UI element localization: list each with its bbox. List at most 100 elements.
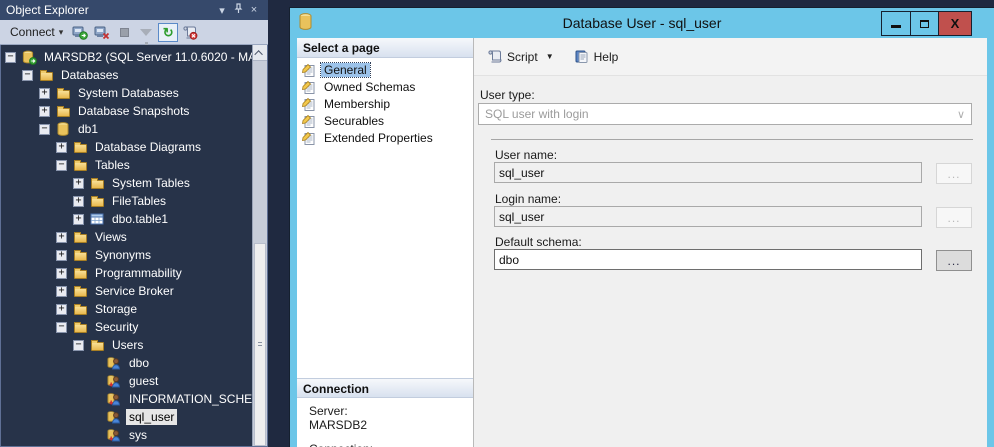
tree-item-label: Security — [92, 319, 141, 335]
expand-toggle[interactable]: − — [73, 340, 84, 351]
default-schema-browse-button[interactable]: ... — [936, 250, 972, 271]
page-item-securables[interactable]: Securables — [297, 112, 473, 129]
tree-row[interactable]: −Tables — [1, 156, 267, 174]
script-caret-icon[interactable]: ▼ — [546, 52, 554, 61]
object-explorer-titlebar[interactable]: Object Explorer ▾ × — [0, 0, 268, 20]
tree-row[interactable]: +Views — [1, 228, 267, 246]
tree-item-label: sys — [126, 427, 150, 443]
tree-row[interactable]: + Database Snapshots — [1, 102, 267, 120]
expand-toggle[interactable]: + — [56, 304, 67, 315]
page-item-general[interactable]: General — [297, 61, 473, 78]
tree-row[interactable]: −Users — [1, 336, 267, 354]
expand-toggle[interactable]: + — [56, 250, 67, 261]
expand-toggle[interactable]: + — [73, 196, 84, 207]
expand-toggle[interactable]: − — [39, 124, 50, 135]
tree-row[interactable]: −MARSDB2 (SQL Server 11.0.6020 - MARSD — [1, 48, 267, 66]
stop-icon[interactable] — [114, 23, 134, 42]
default-schema-label: Default schema: — [495, 235, 582, 249]
folder-icon — [72, 284, 88, 298]
object-explorer-panel: Object Explorer ▾ × Connect ▾ ↻ −MARSDB2… — [0, 0, 268, 447]
tree-row[interactable]: + Database Diagrams — [1, 138, 267, 156]
page-item-label: General — [321, 63, 370, 77]
pin-icon[interactable] — [230, 3, 246, 17]
tree-row[interactable]: dbo — [1, 354, 267, 372]
close-button[interactable]: X — [938, 12, 971, 35]
tree-row[interactable]: +Synonyms — [1, 246, 267, 264]
window-position-menu-icon[interactable]: ▾ — [214, 4, 230, 17]
maximize-button[interactable] — [910, 12, 938, 35]
login-name-field[interactable]: sql_user — [494, 206, 922, 227]
script-icon — [487, 50, 503, 64]
expand-toggle[interactable]: + — [56, 232, 67, 243]
user-type-combobox[interactable]: SQL user with login ∨ — [478, 103, 972, 125]
tree-row[interactable]: + System Tables — [1, 174, 267, 192]
user-type-value: SQL user with login — [485, 107, 589, 121]
tree-row[interactable]: sql_user — [1, 408, 267, 426]
help-button[interactable]: Help — [569, 47, 624, 67]
minimize-button[interactable] — [882, 12, 910, 35]
object-explorer-toolbar: Connect ▾ ↻ — [0, 20, 268, 45]
dialog-titlebar[interactable]: Database User - sql_user X — [290, 8, 994, 38]
expand-toggle[interactable]: − — [22, 70, 33, 81]
tree-row[interactable]: guest — [1, 372, 267, 390]
scrollbar-thumb[interactable] — [254, 243, 266, 446]
tree-row[interactable]: −Databases — [1, 66, 267, 84]
expand-toggle[interactable]: + — [56, 286, 67, 297]
expand-toggle[interactable]: − — [5, 52, 16, 63]
tree-item-label: Programmability — [92, 265, 185, 281]
server-icon — [21, 50, 37, 64]
tree-scrollbar[interactable] — [252, 45, 267, 446]
expand-toggle[interactable]: − — [56, 160, 67, 171]
page-item-membership[interactable]: Membership — [297, 95, 473, 112]
close-icon[interactable]: × — [246, 4, 262, 16]
tree-row[interactable]: INFORMATION_SCHEMA — [1, 390, 267, 408]
tree-row[interactable]: +System Databases — [1, 84, 267, 102]
page-item-extended-properties[interactable]: Extended Properties — [297, 129, 473, 146]
disconnect-server-icon[interactable] — [92, 23, 112, 42]
tree-row[interactable]: − Security — [1, 318, 267, 336]
refresh-icon[interactable]: ↻ — [158, 23, 178, 42]
user-disabled-icon — [106, 392, 122, 406]
page-list: GeneralOwned SchemasMembership Securables… — [297, 61, 473, 146]
tree-row[interactable]: sys — [1, 426, 267, 444]
user-name-browse-button[interactable]: ... — [936, 163, 972, 184]
tree-row[interactable]: +Service Broker — [1, 282, 267, 300]
expand-toggle[interactable]: + — [39, 88, 50, 99]
tree-row[interactable]: + Programmability — [1, 264, 267, 282]
login-name-browse-button[interactable]: ... — [936, 207, 972, 228]
dialog-body: Select a page GeneralOwned SchemasMember… — [297, 38, 987, 447]
expand-toggle[interactable]: + — [56, 142, 67, 153]
tree-item-label: dbo.table1 — [109, 211, 171, 227]
separator-line — [491, 139, 973, 140]
tree-item-label: sql_user — [126, 409, 177, 425]
expand-toggle[interactable]: + — [73, 214, 84, 225]
server-value: MARSDB2 — [309, 418, 367, 432]
tree-item-label: System Tables — [109, 175, 193, 191]
connect-caret-icon: ▾ — [59, 27, 64, 38]
expand-toggle[interactable]: + — [39, 106, 50, 117]
tree-item-label: Database Snapshots — [75, 103, 192, 119]
scroll-up-button[interactable] — [253, 45, 267, 61]
tree-row[interactable]: +Storage — [1, 300, 267, 318]
user-name-field[interactable]: sql_user — [494, 162, 922, 183]
page-item-owned-schemas[interactable]: Owned Schemas — [297, 78, 473, 95]
default-schema-field[interactable]: dbo — [494, 249, 922, 270]
script-button[interactable]: Script ▼ — [482, 47, 569, 67]
expand-toggle[interactable]: + — [73, 178, 84, 189]
page-item-label: Securables — [321, 114, 387, 128]
dialog-toolbar: Script ▼ Help — [474, 38, 987, 76]
script-error-icon[interactable] — [180, 23, 200, 42]
expand-toggle[interactable]: + — [56, 268, 67, 279]
tree-row[interactable]: +FileTables — [1, 192, 267, 210]
filter-icon[interactable] — [136, 23, 156, 42]
user-icon — [106, 356, 122, 370]
tree-row[interactable]: + dbo.table1 — [1, 210, 267, 228]
tree-item-label: Database Diagrams — [92, 139, 204, 155]
tree-row[interactable]: −db1 — [1, 120, 267, 138]
property-page-icon — [301, 63, 317, 77]
database-user-dialog: Database User - sql_user X Select a page… — [290, 8, 994, 447]
object-explorer-tree: −MARSDB2 (SQL Server 11.0.6020 - MARSD−D… — [0, 45, 268, 447]
expand-toggle[interactable]: − — [56, 322, 67, 333]
connect-button[interactable]: Connect ▾ — [5, 23, 68, 41]
connect-server-icon[interactable] — [70, 23, 90, 42]
